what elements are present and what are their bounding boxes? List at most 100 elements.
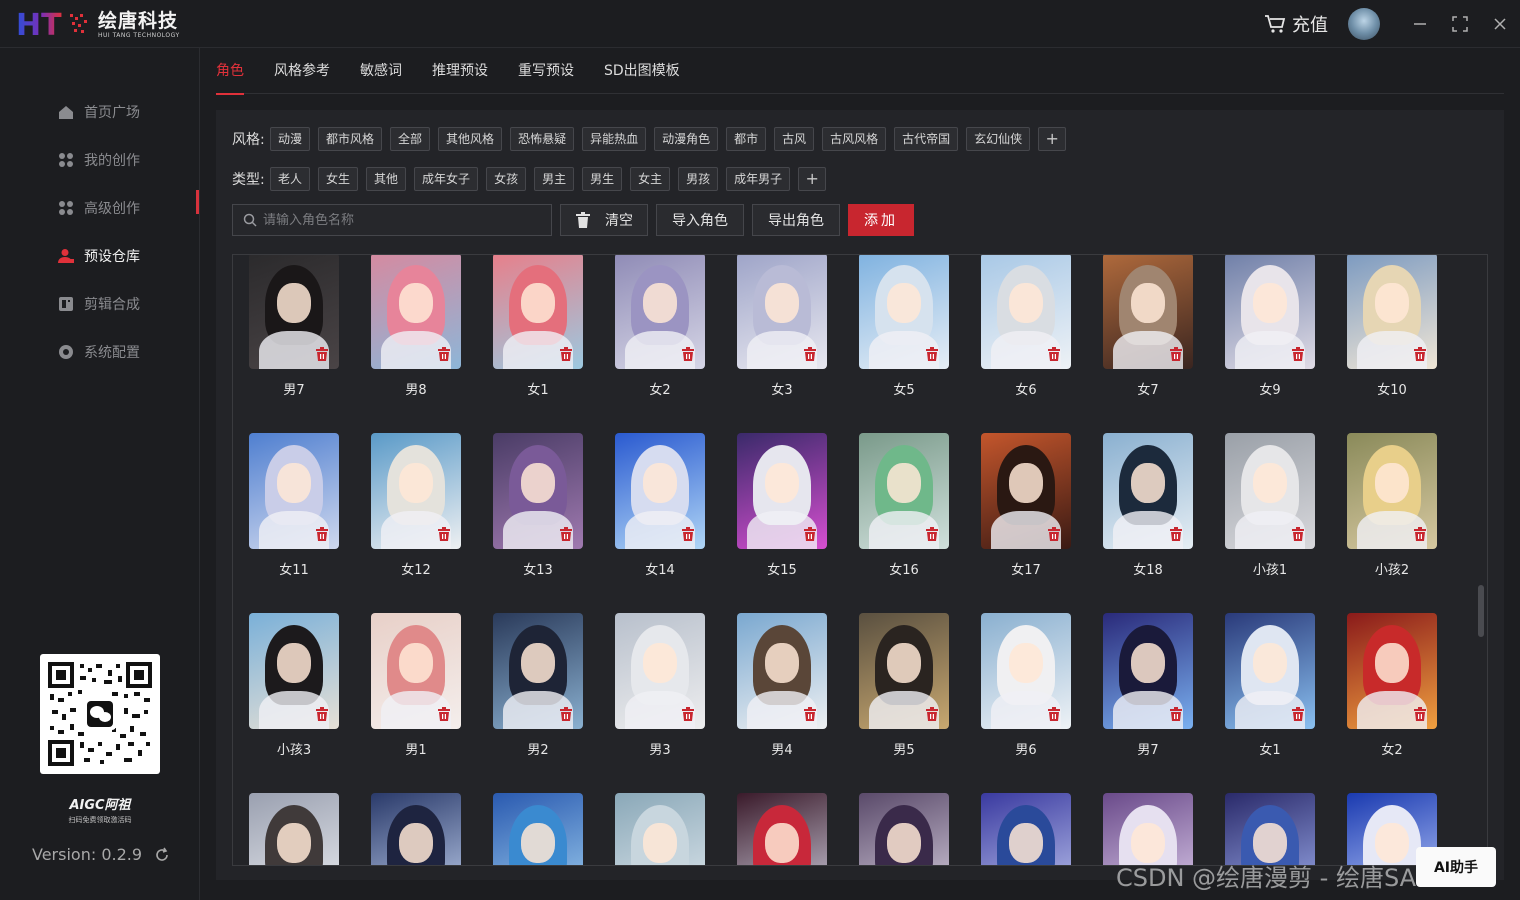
maximize-button[interactable] [1440, 0, 1480, 48]
delete-icon[interactable] [315, 347, 329, 361]
role-card[interactable] [615, 793, 705, 865]
role-card[interactable]: 小孩1 [1225, 433, 1315, 578]
type-filter-chip[interactable]: 其他 [366, 167, 407, 191]
role-card[interactable]: 男2 [493, 613, 583, 758]
tab-roles[interactable]: 角色 [216, 48, 244, 95]
role-card[interactable]: 女7 [1103, 255, 1193, 398]
delete-icon[interactable] [1413, 527, 1427, 541]
role-card[interactable]: 男4 [737, 613, 827, 758]
role-thumbnail[interactable] [1103, 433, 1193, 549]
role-card[interactable] [981, 793, 1071, 865]
role-thumbnail[interactable] [249, 613, 339, 729]
delete-icon[interactable] [925, 527, 939, 541]
role-card[interactable]: 女17 [981, 433, 1071, 578]
delete-icon[interactable] [437, 347, 451, 361]
delete-icon[interactable] [1169, 347, 1183, 361]
style-filter-chip[interactable]: 恐怖悬疑 [510, 127, 575, 151]
role-thumbnail[interactable] [981, 433, 1071, 549]
sidebar-item-home[interactable]: 首页广场 [58, 100, 140, 124]
role-card[interactable]: 女12 [371, 433, 461, 578]
delete-icon[interactable] [803, 347, 817, 361]
delete-icon[interactable] [559, 707, 573, 721]
role-card[interactable]: 小孩2 [1347, 433, 1437, 578]
delete-icon[interactable] [925, 707, 939, 721]
role-thumbnail[interactable] [249, 433, 339, 549]
role-thumbnail[interactable] [493, 255, 583, 369]
sidebar-item-advanced-creation[interactable]: 高级创作 [58, 196, 140, 220]
role-thumbnail[interactable] [1347, 613, 1437, 729]
delete-icon[interactable] [681, 707, 695, 721]
delete-icon[interactable] [315, 527, 329, 541]
add-type-button[interactable]: + [798, 167, 827, 191]
role-thumbnail[interactable] [859, 255, 949, 369]
role-thumbnail[interactable] [1347, 433, 1437, 549]
style-filter-chip[interactable]: 全部 [390, 127, 431, 151]
delete-icon[interactable] [1169, 707, 1183, 721]
type-filter-chip[interactable]: 男生 [582, 167, 623, 191]
role-thumbnail[interactable] [981, 613, 1071, 729]
refresh-icon[interactable] [154, 847, 170, 863]
delete-icon[interactable] [1291, 707, 1305, 721]
role-card[interactable]: 女15 [737, 433, 827, 578]
role-thumbnail[interactable] [859, 613, 949, 729]
delete-icon[interactable] [1169, 527, 1183, 541]
role-thumbnail[interactable] [615, 255, 705, 369]
role-thumbnail[interactable] [1225, 255, 1315, 369]
role-card[interactable] [859, 793, 949, 865]
tab-inference-presets[interactable]: 推理预设 [432, 48, 488, 94]
role-card[interactable]: 男3 [615, 613, 705, 758]
role-card[interactable]: 女16 [859, 433, 949, 578]
role-card[interactable]: 男8 [371, 255, 461, 398]
sidebar-item-preset-library[interactable]: 预设仓库 [58, 244, 140, 268]
delete-icon[interactable] [559, 527, 573, 541]
delete-icon[interactable] [681, 347, 695, 361]
delete-icon[interactable] [1047, 347, 1061, 361]
role-thumbnail[interactable] [493, 613, 583, 729]
delete-icon[interactable] [803, 527, 817, 541]
role-card[interactable]: 女6 [981, 255, 1071, 398]
delete-icon[interactable] [681, 527, 695, 541]
tab-sd-templates[interactable]: SD出图模板 [604, 48, 680, 94]
type-filter-chip[interactable]: 老人 [270, 167, 311, 191]
role-thumbnail[interactable] [1225, 433, 1315, 549]
style-filter-chip[interactable]: 其他风格 [438, 127, 503, 151]
role-thumbnail[interactable] [859, 433, 949, 549]
clear-button[interactable]: 清空 [560, 204, 648, 236]
type-filter-chip[interactable]: 男孩 [678, 167, 719, 191]
style-filter-chip[interactable]: 都市 [726, 127, 767, 151]
role-thumbnail[interactable] [493, 433, 583, 549]
role-card[interactable]: 女2 [615, 255, 705, 398]
type-filter-chip[interactable]: 女孩 [486, 167, 527, 191]
role-thumbnail[interactable] [737, 793, 827, 865]
role-thumbnail[interactable] [1103, 613, 1193, 729]
role-card[interactable]: 小孩3 [249, 613, 339, 758]
sidebar-item-editing[interactable]: 剪辑合成 [58, 292, 140, 316]
user-avatar[interactable] [1348, 8, 1380, 40]
role-thumbnail[interactable] [371, 613, 461, 729]
role-card[interactable]: 女14 [615, 433, 705, 578]
delete-icon[interactable] [803, 707, 817, 721]
style-filter-chip[interactable]: 异能热血 [582, 127, 647, 151]
minimize-button[interactable] [1400, 0, 1440, 48]
type-filter-chip[interactable]: 男主 [534, 167, 575, 191]
tab-sensitive-words[interactable]: 敏感词 [360, 48, 402, 94]
tab-style-reference[interactable]: 风格参考 [274, 48, 330, 94]
role-thumbnail[interactable] [981, 793, 1071, 865]
style-filter-chip[interactable]: 动漫 [270, 127, 311, 151]
type-filter-chip[interactable]: 成年女子 [414, 167, 479, 191]
role-thumbnail[interactable] [1103, 793, 1193, 865]
role-thumbnail[interactable] [493, 793, 583, 865]
role-card[interactable]: 男6 [981, 613, 1071, 758]
style-filter-chip[interactable]: 古代帝国 [894, 127, 959, 151]
delete-icon[interactable] [1413, 707, 1427, 721]
role-card[interactable] [371, 793, 461, 865]
role-card[interactable] [1103, 793, 1193, 865]
role-thumbnail[interactable] [371, 793, 461, 865]
role-card[interactable] [249, 793, 339, 865]
role-thumbnail[interactable] [615, 793, 705, 865]
add-role-button[interactable]: 添加 [848, 204, 914, 236]
role-thumbnail[interactable] [371, 255, 461, 369]
role-thumbnail[interactable] [615, 433, 705, 549]
role-thumbnail[interactable] [1103, 255, 1193, 369]
type-filter-chip[interactable]: 女生 [318, 167, 359, 191]
